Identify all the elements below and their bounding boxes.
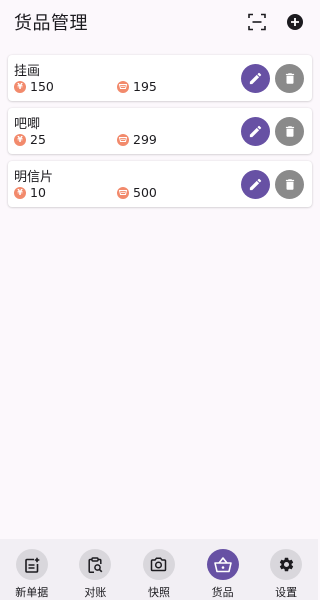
yen-icon: ¥ bbox=[14, 133, 26, 146]
pencil-icon bbox=[249, 125, 262, 138]
nav-label: 快照 bbox=[147, 586, 170, 599]
stock-icon bbox=[117, 186, 129, 199]
add-circle-icon bbox=[287, 14, 303, 30]
price-value: 25 bbox=[30, 132, 46, 147]
camera-icon bbox=[151, 557, 167, 572]
goods-card: 吧唧 ¥ 25 299 bbox=[8, 108, 312, 154]
top-app-bar: 货品管理 bbox=[0, 0, 318, 44]
nav-item-settings[interactable]: 设置 bbox=[254, 539, 318, 600]
price-value: 10 bbox=[30, 185, 46, 200]
pencil-icon bbox=[249, 72, 262, 85]
nav-label: 对账 bbox=[84, 586, 107, 599]
stock-icon bbox=[117, 80, 129, 93]
goods-price: ¥ 25 bbox=[14, 132, 117, 147]
nav-item-reconcile[interactable]: 对账 bbox=[64, 539, 128, 600]
price-value: 150 bbox=[30, 79, 54, 94]
goods-list: 挂画 ¥ 150 195 吧唧 ¥ 25 299 明信片 ¥ 10 500 bbox=[8, 55, 312, 214]
page-title: 货品管理 bbox=[14, 13, 88, 34]
yen-icon: ¥ bbox=[14, 80, 26, 93]
goods-quantity: 500 bbox=[117, 185, 157, 200]
scan-button[interactable] bbox=[246, 11, 268, 33]
goods-quantity: 299 bbox=[117, 132, 157, 147]
delete-button[interactable] bbox=[275, 170, 304, 199]
nav-label: 货品 bbox=[211, 586, 234, 599]
trash-icon bbox=[285, 179, 294, 190]
delete-button[interactable] bbox=[275, 117, 304, 146]
nav-item-snapshot[interactable]: 快照 bbox=[127, 539, 191, 600]
goods-name: 明信片 bbox=[14, 170, 54, 185]
goods-price: ¥ 150 bbox=[14, 79, 117, 94]
goods-name: 吧唧 bbox=[14, 117, 41, 132]
quantity-value: 195 bbox=[133, 79, 157, 94]
pencil-icon bbox=[249, 178, 262, 191]
edit-button[interactable] bbox=[241, 64, 270, 93]
nav-item-goods[interactable]: 货品 bbox=[191, 539, 255, 600]
add-goods-button[interactable] bbox=[284, 11, 306, 33]
yen-icon: ¥ bbox=[14, 186, 26, 199]
clipboard-search-icon bbox=[88, 556, 103, 573]
basket-icon bbox=[213, 556, 232, 572]
nav-item-new-document[interactable]: 新单据 bbox=[0, 539, 64, 600]
quantity-value: 500 bbox=[133, 185, 157, 200]
edit-button[interactable] bbox=[241, 170, 270, 199]
gear-icon bbox=[279, 557, 293, 572]
nav-label: 设置 bbox=[275, 586, 298, 599]
scan-icon bbox=[248, 13, 266, 31]
bottom-navigation: 新单据 对账 快照 货品 设置 bbox=[0, 539, 318, 600]
quantity-value: 299 bbox=[133, 132, 157, 147]
delete-button[interactable] bbox=[275, 64, 304, 93]
nav-label: 新单据 bbox=[15, 586, 49, 599]
goods-card: 挂画 ¥ 150 195 bbox=[8, 55, 312, 101]
goods-name: 挂画 bbox=[14, 64, 41, 79]
goods-card: 明信片 ¥ 10 500 bbox=[8, 161, 312, 207]
trash-icon bbox=[285, 126, 294, 137]
stock-icon bbox=[117, 133, 129, 146]
goods-price: ¥ 10 bbox=[14, 185, 117, 200]
trash-icon bbox=[285, 73, 294, 84]
new-document-icon bbox=[24, 557, 40, 573]
goods-quantity: 195 bbox=[117, 79, 157, 94]
edit-button[interactable] bbox=[241, 117, 270, 146]
